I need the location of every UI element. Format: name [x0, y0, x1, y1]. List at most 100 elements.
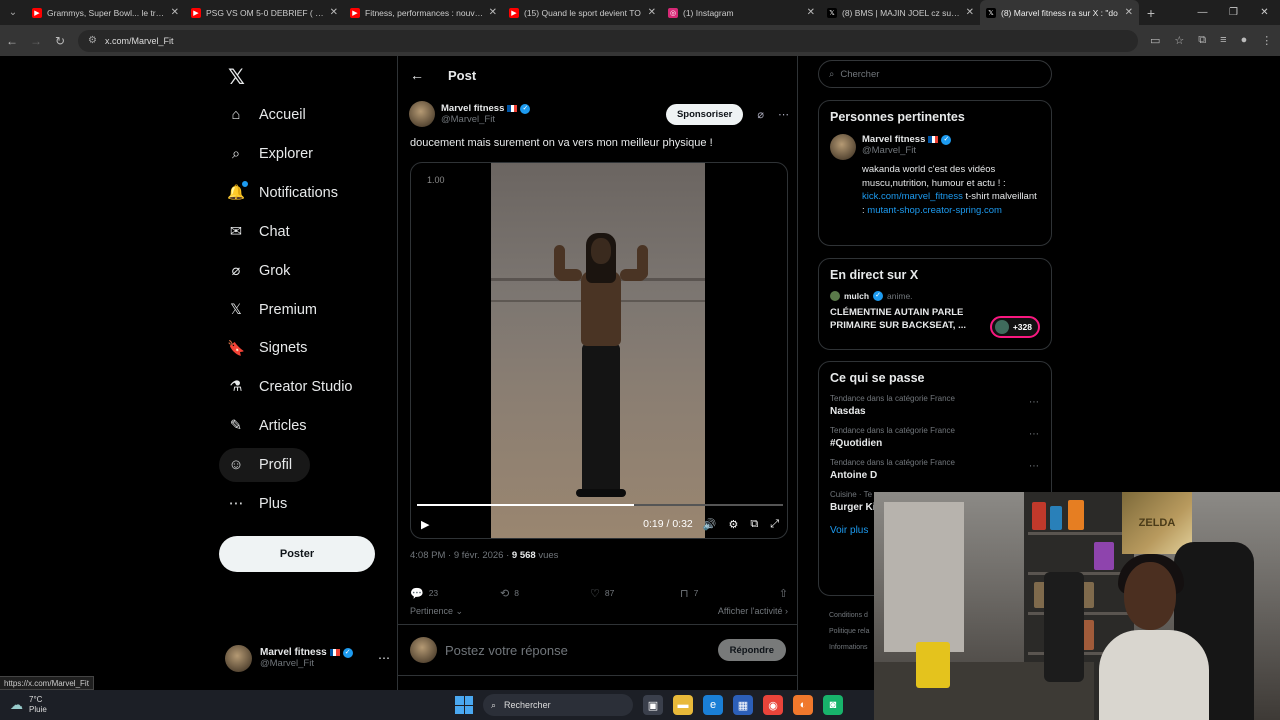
- video-progress-bar[interactable]: [417, 504, 783, 506]
- sidebar-item-accueil[interactable]: ⌂ Accueil: [219, 98, 306, 132]
- forward-button[interactable]: →: [24, 34, 48, 48]
- author-name[interactable]: Marvel fitness: [441, 103, 504, 114]
- reload-button[interactable]: ↻: [48, 34, 72, 48]
- sidebar-item-notifications[interactable]: 🔔 Notifications: [219, 176, 338, 210]
- close-tab-icon[interactable]: ✕: [489, 7, 497, 18]
- volume-icon[interactable]: 🔊: [703, 518, 717, 531]
- x-logo-icon[interactable]: 𝕏: [228, 65, 245, 90]
- edge-icon[interactable]: e: [703, 695, 723, 715]
- weather-widget[interactable]: ☁ 7°C Pluie: [0, 695, 47, 715]
- back-arrow-icon[interactable]: ←: [410, 67, 424, 83]
- more-icon[interactable]: ⋯: [1029, 429, 1039, 440]
- taskbar-search-label: Rechercher: [504, 700, 551, 710]
- reply-action[interactable]: 💬 23: [410, 587, 500, 600]
- fullscreen-icon[interactable]: ⤢: [770, 518, 779, 531]
- video-player[interactable]: 1.00 ▶ 0:19 / 0:32 🔊 ⚙ ⧉ ⤢: [410, 162, 788, 539]
- cast-icon[interactable]: ▭: [1150, 34, 1160, 47]
- extensions-icon[interactable]: ⧉: [1198, 34, 1206, 47]
- trend-item[interactable]: Tendance dans la catégorie France #Quotid…: [819, 417, 1051, 449]
- new-tab-button[interactable]: +: [1139, 5, 1163, 21]
- minimize-button[interactable]: —: [1187, 0, 1218, 25]
- maximize-button[interactable]: ❐: [1218, 0, 1249, 25]
- grok-icon[interactable]: ⌀: [757, 108, 764, 121]
- app-icon[interactable]: ◙: [823, 695, 843, 715]
- sponsor-button[interactable]: Sponsoriser: [665, 103, 744, 125]
- close-tab-icon[interactable]: ✕: [171, 7, 179, 18]
- browser-tab[interactable]: ▶ Grammys, Super Bowl... le triomphe ✕: [26, 0, 185, 25]
- media-icon[interactable]: ≡: [1220, 34, 1226, 47]
- footer-link[interactable]: Conditions d: [829, 608, 869, 624]
- close-tab-icon[interactable]: ✕: [330, 7, 338, 18]
- play-icon[interactable]: ▶: [421, 518, 429, 531]
- store-icon[interactable]: ▦: [733, 695, 753, 715]
- live-card[interactable]: En direct sur X mulch ✓ anime. CLÉMENTIN…: [818, 258, 1052, 350]
- windows-start-icon[interactable]: [455, 696, 473, 714]
- more-icon[interactable]: ⋯: [1029, 461, 1039, 472]
- footer-link[interactable]: Politique rela: [829, 624, 869, 640]
- file-explorer-icon[interactable]: ▬: [673, 695, 693, 715]
- browser-tab[interactable]: ▶ PSG VS OM 5-0 DEBRIEF ( Le Cl ✕: [185, 0, 344, 25]
- firefox-icon[interactable]: ◐: [793, 695, 813, 715]
- sidebar-item-plus[interactable]: ⋯ Plus: [219, 487, 287, 521]
- avatar[interactable]: [409, 101, 435, 127]
- more-icon[interactable]: ⋯: [378, 651, 390, 665]
- trend-item[interactable]: Tendance dans la catégorie France Antoine…: [819, 449, 1051, 481]
- sidebar-item-signets[interactable]: 🔖 Signets: [219, 331, 307, 365]
- person-name[interactable]: Marvel fitness: [862, 134, 925, 145]
- bio-link[interactable]: kick.com/marvel_fitness: [862, 191, 963, 202]
- sidebar-item-chat[interactable]: ✉ Chat: [219, 215, 290, 249]
- sidebar-item-explorer[interactable]: ⌕ Explorer: [219, 137, 313, 171]
- browser-tab[interactable]: ▶ (15) Quand le sport devient TO ✕: [503, 0, 662, 25]
- search-input[interactable]: ⌕ Chercher: [818, 60, 1052, 88]
- taskbar-search[interactable]: ⌕ Rechercher: [483, 694, 633, 716]
- tweet-timestamp[interactable]: 4:08 PM · 9 févr. 2026 ·: [410, 550, 512, 561]
- sort-dropdown[interactable]: Pertinence ⌄: [410, 606, 463, 617]
- live-host-name: mulch: [844, 291, 870, 301]
- share-action[interactable]: ⇧: [779, 587, 788, 600]
- browser-tab[interactable]: 𝕏 (8) BMS | MAJIN JOEL cz sur X ✕: [821, 0, 980, 25]
- pip-icon[interactable]: ⧉: [750, 518, 758, 531]
- sidebar-item-premium[interactable]: 𝕏 Premium: [219, 293, 317, 327]
- sidebar-item-articles[interactable]: ✎ Articles: [219, 409, 307, 443]
- bookmark-count: 7: [693, 588, 699, 598]
- more-icon[interactable]: ⋯: [1029, 397, 1039, 408]
- sidebar-item-grok[interactable]: ⌀ Grok: [219, 254, 291, 288]
- sidebar-item-profil[interactable]: ☺ Profil: [219, 448, 311, 483]
- bookmark-action[interactable]: ⊓ 7: [680, 587, 770, 600]
- close-tab-icon[interactable]: ✕: [648, 7, 656, 18]
- author-handle[interactable]: @Marvel_Fit: [441, 114, 530, 125]
- like-action[interactable]: ♡ 87: [590, 587, 680, 600]
- tab-list-button[interactable]: ⌄: [0, 0, 26, 25]
- post-button[interactable]: Poster: [219, 536, 375, 572]
- activity-label: Afficher l'activité: [717, 606, 783, 616]
- reply-button[interactable]: Répondre: [717, 639, 786, 661]
- bio-link[interactable]: mutant-shop.creator-spring.com: [867, 205, 1002, 216]
- avatar[interactable]: [830, 134, 856, 160]
- close-tab-icon[interactable]: ✕: [966, 7, 974, 18]
- url-field[interactable]: ⚙ x.com/Marvel_Fit: [78, 29, 1138, 52]
- trend-item[interactable]: Tendance dans la catégorie France Nasdas ⋯: [819, 385, 1051, 417]
- footer-link[interactable]: Informations: [829, 640, 869, 656]
- task-view-icon[interactable]: ▣: [643, 695, 663, 715]
- site-info-icon[interactable]: ⚙: [88, 35, 97, 46]
- browser-tab[interactable]: 𝕏 (8) Marvel fitness ra sur X : "do ✕: [980, 0, 1139, 25]
- account-switcher[interactable]: Marvel fitness ✓ @Marvel_Fit ⋯: [225, 640, 390, 676]
- repost-action[interactable]: ⟲ 8: [500, 587, 590, 600]
- more-icon[interactable]: ⋯: [778, 108, 789, 121]
- back-button[interactable]: ←: [0, 34, 24, 48]
- close-tab-icon[interactable]: ✕: [1125, 7, 1133, 18]
- chrome-icon[interactable]: ◉: [763, 695, 783, 715]
- activity-link[interactable]: Afficher l'activité ›: [718, 606, 788, 617]
- reply-input[interactable]: Postez votre réponse: [445, 643, 568, 658]
- star-icon[interactable]: ☆: [1174, 34, 1184, 47]
- sidebar-item-creator-studio[interactable]: ⚗ Creator Studio: [219, 370, 353, 404]
- settings-icon[interactable]: ⚙: [728, 518, 738, 531]
- browser-tab[interactable]: ▶ Fitness, performances : nouvea ✕: [344, 0, 503, 25]
- close-tab-icon[interactable]: ✕: [807, 7, 815, 18]
- video-frame[interactable]: [491, 163, 705, 538]
- close-window-button[interactable]: ✕: [1249, 0, 1280, 25]
- menu-icon[interactable]: ⋮: [1261, 34, 1272, 47]
- profile-icon[interactable]: ●: [1241, 34, 1248, 47]
- browser-tab[interactable]: ◎ (1) Instagram ✕: [662, 0, 821, 25]
- listener-count: +328: [1012, 322, 1032, 332]
